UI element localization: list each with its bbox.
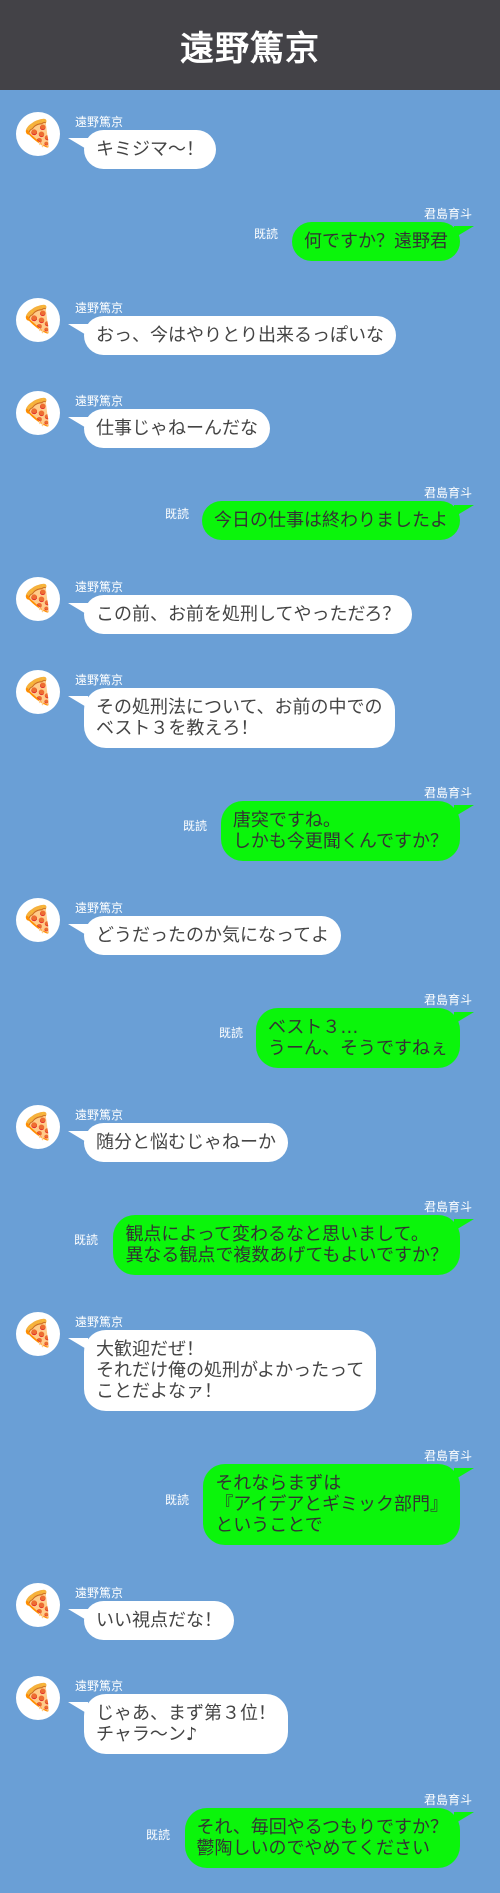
sender-name: 遠野篤京 xyxy=(75,115,124,129)
message-bubble: キミジマ〜！ xyxy=(84,130,216,169)
read-receipt: 既読 xyxy=(219,1026,244,1040)
pizza-avatar-icon[interactable]: 🍕 xyxy=(16,577,60,621)
message-bubble: いい視点だな！ xyxy=(84,1601,234,1640)
sender-name: 遠野篤京 xyxy=(75,394,124,408)
pizza-avatar-icon[interactable]: 🍕 xyxy=(16,1583,60,1627)
message-bubble: じゃあ、まず第３位！ チャラ〜ン♪ xyxy=(84,1694,288,1754)
message-bubble: この前、お前を処刑してやっただろ？ xyxy=(84,595,413,634)
message-bubble: それならまずは 『アイデアとギミック部門』 ということで xyxy=(203,1464,460,1545)
message-bubble: その処刑法について、お前の中での ベスト３を教えろ！ xyxy=(84,688,395,748)
sender-name: 君島育斗 xyxy=(423,993,472,1007)
read-receipt: 既読 xyxy=(146,1828,171,1842)
pizza-avatar-icon[interactable]: 🍕 xyxy=(16,898,60,942)
message-bubble: ベスト３… うーん、そうですねぇ xyxy=(256,1008,460,1068)
read-receipt: 既読 xyxy=(165,507,190,521)
message-bubble: どうだったのか気になってよ xyxy=(84,916,342,955)
pizza-avatar-icon[interactable]: 🍕 xyxy=(16,391,60,435)
message-bubble: 観点によって変わるなと思いまして。 異なる観点で複数あげてもよいですか？ xyxy=(113,1215,460,1275)
sender-name: 遠野篤京 xyxy=(75,1679,124,1693)
sender-name: 君島育斗 xyxy=(423,207,472,221)
chat-header: 遠野篤京 xyxy=(0,0,500,90)
pizza-avatar-icon[interactable]: 🍕 xyxy=(16,298,60,342)
pizza-avatar-icon[interactable]: 🍕 xyxy=(16,112,60,156)
message-bubble: 大歓迎だぜ！ それだけ俺の処刑がよかったって ことだよなァ！ xyxy=(84,1330,377,1411)
sender-name: 君島育斗 xyxy=(423,1793,472,1807)
read-receipt: 既読 xyxy=(165,1493,190,1507)
sender-name: 遠野篤京 xyxy=(75,580,124,594)
message-bubble: 唐突ですね。 しかも今更聞くんですか？ xyxy=(220,801,460,861)
pizza-avatar-icon[interactable]: 🍕 xyxy=(16,1105,60,1149)
message-bubble: 仕事じゃねーんだな xyxy=(84,409,270,448)
sender-name: 遠野篤京 xyxy=(75,1108,124,1122)
message-bubble: 随分と悩むじゃねーか xyxy=(84,1123,288,1162)
sender-name: 遠野篤京 xyxy=(75,901,124,915)
message-bubble: 今日の仕事は終わりましたよ xyxy=(202,501,460,540)
pizza-avatar-icon[interactable]: 🍕 xyxy=(16,670,60,714)
sender-name: 君島育斗 xyxy=(423,486,472,500)
message-list[interactable]: 🍕 遠野篤京 キミジマ〜！ 君島育斗 既読 何ですか？遠野君 🍕 遠野篤京 おっ… xyxy=(0,90,500,1893)
pizza-avatar-icon[interactable]: 🍕 xyxy=(16,1312,60,1356)
sender-name: 遠野篤京 xyxy=(75,673,124,687)
sender-name: 君島育斗 xyxy=(423,1449,472,1463)
sender-name: 君島育斗 xyxy=(423,786,472,800)
sender-name: 君島育斗 xyxy=(423,1200,472,1214)
read-receipt: 既読 xyxy=(74,1233,99,1247)
sender-name: 遠野篤京 xyxy=(75,1315,124,1329)
message-bubble: 何ですか？遠野君 xyxy=(292,222,460,261)
read-receipt: 既読 xyxy=(254,227,279,241)
sender-name: 遠野篤京 xyxy=(75,301,124,315)
read-receipt: 既読 xyxy=(183,819,208,833)
message-bubble: それ、毎回やるつもりですか？ 鬱陶しいのでやめてください xyxy=(184,1808,460,1868)
message-bubble: おっ、今はやりとり出来るっぽいな xyxy=(84,316,396,355)
pizza-avatar-icon[interactable]: 🍕 xyxy=(16,1676,60,1720)
sender-name: 遠野篤京 xyxy=(75,1586,124,1600)
chat-title: 遠野篤京 xyxy=(180,28,320,69)
